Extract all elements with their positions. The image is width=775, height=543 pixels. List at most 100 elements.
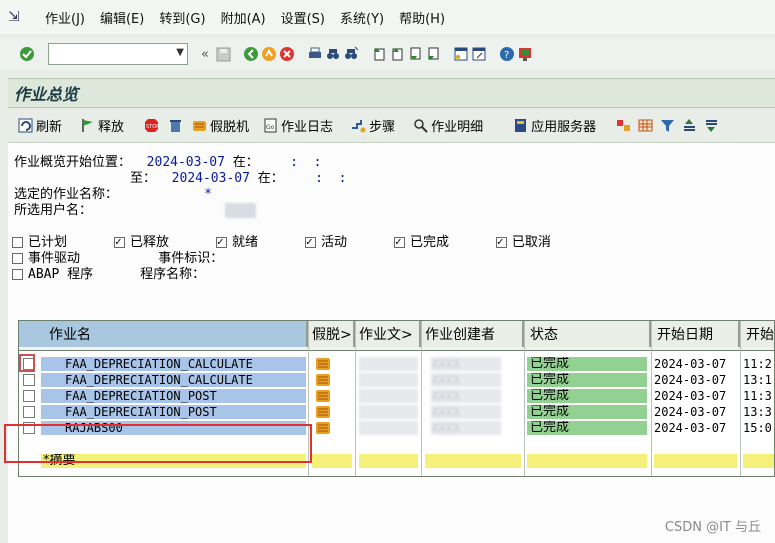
grid-icon [636,116,654,134]
job-details-button[interactable]: 作业明细 [411,116,483,135]
step-button[interactable]: 步骤 [349,116,395,135]
sort-descending-button[interactable] [702,116,722,134]
status-label: 就绪 [231,235,258,250]
job-grid: 作业名 假脱> 作业文> 作业创建者 状态 开始日期 开始 FAA_DEPREC… [18,320,775,477]
menu-settings[interactable]: 设置(S) [281,8,325,27]
page-title: 作业总览 [14,85,79,104]
col-start-time[interactable]: 开始 [740,321,774,347]
status-cell: 已完成 [527,373,647,387]
find-next-icon[interactable] [342,45,360,63]
spool-icon[interactable] [316,405,330,419]
status-check-canceled[interactable]: 已取消 [495,235,551,250]
job-name-cell[interactable]: FAA_DEPRECIATION_POST [41,405,306,419]
menu-job[interactable]: 作业(J) [45,8,85,27]
command-input[interactable] [49,44,167,64]
double-chevron-left-icon[interactable]: « [196,45,214,63]
new-session-icon[interactable] [452,45,470,63]
standard-toolbar: ▼ « ? [0,38,775,70]
abap-checkbox[interactable] [12,269,23,280]
filter-toggle-button[interactable] [614,116,634,134]
status-cell: 已完成 [527,421,647,435]
user-value[interactable]: XXXX [225,203,257,218]
sort-descending-icon [702,116,720,134]
grid-divider [308,321,309,476]
menu-system[interactable]: 系统(Y) [340,8,384,27]
job-name-cell[interactable]: FAA_DEPRECIATION_POST [41,389,306,403]
watermark: CSDN @IT 与丘 [664,520,761,535]
svg-text:?: ? [504,50,509,61]
sort-ascending-button[interactable] [680,116,700,134]
spool-icon[interactable] [316,389,330,403]
first-page-icon[interactable] [370,45,388,63]
row-select-checkbox[interactable] [23,406,35,418]
end-time[interactable]: : : [315,171,346,186]
shortcut-icon[interactable] [470,45,488,63]
help-icon[interactable]: ? [498,45,516,63]
print-icon[interactable] [306,45,324,63]
layout-button[interactable] [636,116,656,134]
back-icon[interactable] [242,45,260,63]
spool-icon[interactable] [316,357,330,371]
checkbox[interactable] [304,235,316,248]
refresh-icon [16,116,34,134]
status-cell: 已完成 [527,405,647,419]
details-icon [411,116,429,134]
last-page-icon[interactable] [424,45,442,63]
col-spool[interactable]: 假脱> [308,321,355,347]
start-label: 作业概览开始位置： [14,155,132,170]
menu-goto[interactable]: 转到(G) [159,8,205,27]
col-creator[interactable]: 作业创建者 [421,321,524,347]
release-label: 释放 [98,119,125,135]
status-label: 已取消 [511,235,551,250]
menu-extras[interactable]: 附加(A) [221,8,266,27]
save-icon[interactable] [214,45,232,63]
stop-button[interactable]: STOP [142,116,162,134]
previous-page-icon[interactable] [388,45,406,63]
col-job-doc[interactable]: 作业文> [355,321,421,347]
row-select-checkbox[interactable] [23,390,35,402]
chevron-down-icon[interactable]: ▼ [176,47,184,58]
cancel-icon[interactable] [278,45,296,63]
job-log-button[interactable]: Go 作业日志 [261,116,333,135]
release-button[interactable]: 释放 [78,116,124,135]
sort-ascending-icon [680,116,698,134]
enter-icon[interactable] [18,45,36,63]
col-start-date[interactable]: 开始日期 [651,321,740,347]
summary-cell [359,454,418,468]
svg-text:Go: Go [266,124,275,131]
log-icon: Go [261,116,279,134]
row-select-checkbox[interactable] [23,422,35,434]
col-status[interactable]: 状态 [524,321,651,347]
col-job-name[interactable]: 作业名 [19,321,308,347]
job-name-cell[interactable]: FAA_DEPRECIATION_CALCULATE [41,357,306,371]
user-row: 所选用户名： XXXX [14,199,257,218]
spool-icon[interactable] [316,373,330,387]
command-field[interactable]: ▼ [48,43,188,65]
spool-icon[interactable] [316,421,330,435]
status-label: 已完成 [409,235,449,250]
sap-menu-icon[interactable]: ⇲ [8,8,30,26]
step-icon [349,116,367,134]
spool-button[interactable]: 假脱机 [190,116,249,135]
exit-icon[interactable] [260,45,278,63]
layout-menu-icon[interactable] [516,45,534,63]
checkbox[interactable] [393,235,405,248]
filter-button[interactable] [658,116,678,134]
checkbox[interactable] [495,235,507,248]
job-name-cell[interactable]: FAA_DEPRECIATION_CALCULATE [41,373,306,387]
delete-button[interactable] [166,116,186,134]
job-name-cell[interactable]: RAJABS00 [41,421,306,435]
app-server-button[interactable]: 应用服务器 [511,116,596,135]
toggle-icon [614,116,632,134]
refresh-button[interactable]: 刷新 [16,116,62,135]
row-select-checkbox[interactable] [23,374,35,386]
menu-edit[interactable]: 编辑(E) [100,8,144,27]
status-check-finished[interactable]: 已完成 [393,235,449,250]
menu-help[interactable]: 帮助(H) [399,8,445,27]
status-check-active[interactable]: 活动 [304,235,347,250]
find-icon[interactable] [324,45,342,63]
next-page-icon[interactable] [406,45,424,63]
summary-cell [312,454,352,468]
creator-cell: XXXX [431,373,501,387]
job-doc-cell [359,405,418,419]
